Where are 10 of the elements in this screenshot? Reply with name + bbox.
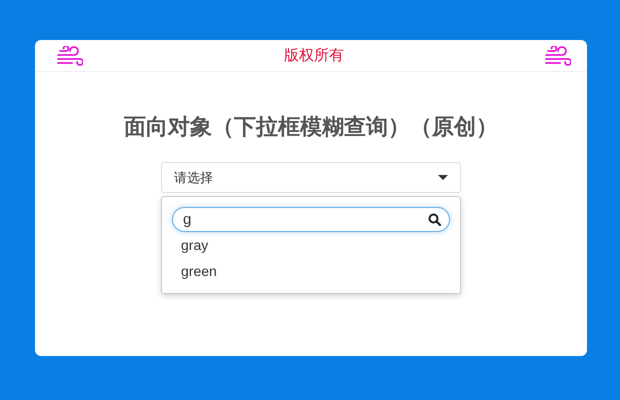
wind-icon — [545, 46, 571, 66]
copyright-text: 版权所有 — [284, 46, 344, 65]
wind-icon — [57, 46, 83, 66]
search-icon — [428, 213, 441, 226]
dropdown-option[interactable]: green — [172, 258, 450, 284]
search-field[interactable]: g — [172, 207, 450, 232]
caret-icon — [438, 174, 448, 180]
page-heading: 面向对象（下拉框模糊查询）（原创） — [124, 113, 498, 141]
dropdown-option[interactable]: gray — [172, 232, 450, 258]
select-dropdown[interactable]: 请选择 — [161, 162, 461, 193]
